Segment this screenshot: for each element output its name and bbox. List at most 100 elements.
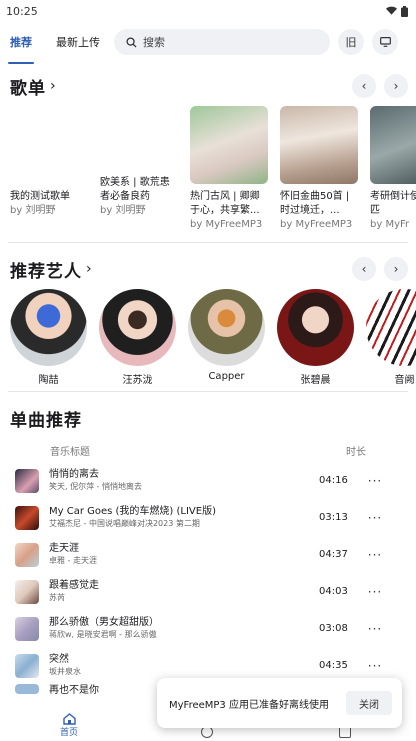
- artist-avatar: [10, 289, 87, 366]
- songs-list: 悄悄的离去 笑天, 倪尔萍 - 悄悄地离去 04:16 ··· My Car G…: [0, 462, 416, 698]
- tab-latest-upload[interactable]: 最新上传: [56, 22, 100, 62]
- song-row[interactable]: 那么骄傲（男女超甜版） 蒋欣w, 是晓安君啊 - 那么骄傲 03:08 ···: [0, 610, 416, 647]
- artist-avatar: [366, 289, 416, 366]
- status-time: 10:25: [6, 4, 38, 18]
- search-input[interactable]: 搜索: [114, 29, 330, 55]
- playlist-card[interactable]: 欧美系 | 歌荒患者必备良药 by 刘明野: [100, 106, 178, 236]
- playlists-title-link[interactable]: 歌单 ›: [10, 74, 57, 99]
- battery-icon: [401, 5, 408, 17]
- song-row[interactable]: My Car Goes (我的车燃烧) (LIVE版) 艾福杰尼 - 中国说唱巅…: [0, 499, 416, 536]
- chevron-right-icon: ›: [393, 262, 399, 276]
- monitor-icon: [379, 37, 391, 47]
- playlist-cover: [370, 106, 416, 184]
- artist-name: 张碧晨: [300, 375, 331, 386]
- song-row[interactable]: 走天涯 卓雅 - 走天涯 04:37 ···: [0, 536, 416, 573]
- playlist-title: 考研倒计使单枪匹: [370, 191, 416, 216]
- song-duration: 04:03: [319, 586, 348, 597]
- chevron-right-icon: ›: [50, 78, 57, 94]
- artists-title: 推荐艺人: [10, 261, 82, 282]
- old-version-label: 旧: [345, 36, 357, 49]
- song-cover: [15, 542, 39, 567]
- toast-close-button[interactable]: 关闭: [346, 691, 392, 715]
- artists-title-link[interactable]: 推荐艺人 ›: [10, 257, 93, 282]
- header-duration: 时长: [346, 446, 366, 458]
- artist-avatar: [277, 289, 354, 366]
- playlist-carousel: 我的测试歌单 by 刘明野 欧美系 | 歌荒患者必备良药 by 刘明野 热门古风…: [0, 106, 416, 236]
- song-duration: 03:13: [319, 512, 348, 523]
- more-icon[interactable]: ···: [355, 585, 395, 599]
- song-duration: 04:16: [319, 475, 348, 486]
- playlist-author: by MyFreeMP3: [280, 219, 353, 230]
- artists-prev-button[interactable]: ‹: [352, 257, 376, 281]
- tab-recommend[interactable]: 推荐: [8, 22, 34, 64]
- more-icon[interactable]: ···: [355, 622, 395, 636]
- chevron-left-icon: ‹: [361, 262, 367, 276]
- more-icon[interactable]: ···: [355, 659, 395, 673]
- toast-message: MyFreeMP3 应用已准备好离线使用: [169, 699, 329, 711]
- chevron-left-icon: ‹: [361, 79, 367, 93]
- song-title: 那么骄傲（男女超甜版）: [49, 617, 159, 628]
- playlist-card[interactable]: 我的测试歌单 by 刘明野: [10, 106, 88, 236]
- playlist-cover: [10, 106, 88, 184]
- song-cover: [15, 579, 39, 604]
- playlist-cover: [280, 106, 358, 184]
- playlist-cover: [190, 106, 268, 184]
- song-artist: 坂井泉水: [49, 667, 81, 676]
- playlist-author: by MyFreeMP3: [190, 219, 263, 230]
- playlists-title: 歌单: [10, 78, 46, 99]
- artist-card[interactable]: 汪苏泷: [99, 289, 176, 389]
- song-artist: 艾福杰尼 - 中国说唱巅峰对决2023 第二期: [49, 519, 200, 528]
- artist-name: 汪苏泷: [122, 375, 153, 386]
- playlist-card[interactable]: 考研倒计使单枪匹 by MyFr: [370, 106, 416, 236]
- wifi-icon: [386, 6, 397, 15]
- song-title: 悄悄的离去: [49, 469, 99, 480]
- playlist-title: 我的测试歌单: [10, 191, 70, 202]
- artist-carousel: 陶喆 汪苏泷 Capper 张碧晨 音阙: [0, 289, 416, 389]
- playlist-author: by 刘明野: [10, 205, 56, 216]
- playlists-prev-button[interactable]: ‹: [352, 74, 376, 98]
- songs-table-header: 音乐标题 时长: [0, 438, 416, 462]
- song-cover: [15, 505, 39, 530]
- playlists-next-button[interactable]: ›: [384, 74, 408, 98]
- playlist-author: by 刘明野: [100, 205, 146, 216]
- artist-card[interactable]: 音阙: [366, 289, 416, 389]
- playlist-title: 热门古风 | 卿卿于心，共享繁...: [190, 191, 260, 216]
- home-icon: [62, 712, 76, 725]
- section-divider: [8, 391, 408, 392]
- song-artist: 苏芮: [49, 593, 65, 602]
- status-icons: [386, 5, 408, 17]
- nav-home[interactable]: 首页: [0, 709, 138, 741]
- more-icon[interactable]: ···: [355, 511, 395, 525]
- artist-card[interactable]: 张碧晨: [277, 289, 354, 389]
- song-duration: 03:08: [319, 623, 348, 634]
- playlist-title: 欧美系 | 歌荒患者必备良药: [100, 177, 170, 202]
- playlist-card[interactable]: 怀旧金曲50首 | 时过境迁，... by MyFreeMP3: [280, 106, 358, 236]
- more-icon[interactable]: ···: [355, 548, 395, 562]
- more-icon[interactable]: ···: [355, 474, 395, 488]
- header-title: 音乐标题: [50, 446, 90, 458]
- song-cover: [15, 684, 39, 694]
- artist-name: 音阙: [394, 375, 415, 386]
- playlists-header: 歌单 › ‹ ›: [0, 66, 416, 106]
- playlist-author: by MyFr: [370, 219, 410, 230]
- offline-ready-toast: MyFreeMP3 应用已准备好离线使用 关闭: [157, 678, 402, 728]
- artist-avatar: [188, 289, 265, 366]
- song-row[interactable]: 悄悄的离去 笑天, 倪尔萍 - 悄悄地离去 04:16 ···: [0, 462, 416, 499]
- song-cover: [15, 616, 39, 641]
- artist-name: Capper: [208, 371, 245, 382]
- chevron-right-icon: ›: [393, 79, 399, 93]
- playlist-cover: [100, 106, 178, 170]
- song-artist: 笑天, 倪尔萍 - 悄悄地离去: [49, 482, 143, 491]
- status-bar: 10:25: [0, 0, 416, 22]
- playlist-card[interactable]: 热门古风 | 卿卿于心，共享繁... by MyFreeMP3: [190, 106, 268, 236]
- song-title: My Car Goes (我的车燃烧) (LIVE版): [49, 506, 216, 517]
- artist-card[interactable]: 陶喆: [10, 289, 87, 389]
- nav-home-label: 首页: [59, 727, 78, 738]
- old-version-button[interactable]: 旧: [338, 29, 364, 55]
- artist-card[interactable]: Capper: [188, 289, 265, 389]
- artists-next-button[interactable]: ›: [384, 257, 408, 281]
- song-cover: [15, 653, 39, 678]
- monitor-button[interactable]: [372, 29, 398, 55]
- artist-avatar: [99, 289, 176, 366]
- song-row[interactable]: 跟着感觉走 苏芮 04:03 ···: [0, 573, 416, 610]
